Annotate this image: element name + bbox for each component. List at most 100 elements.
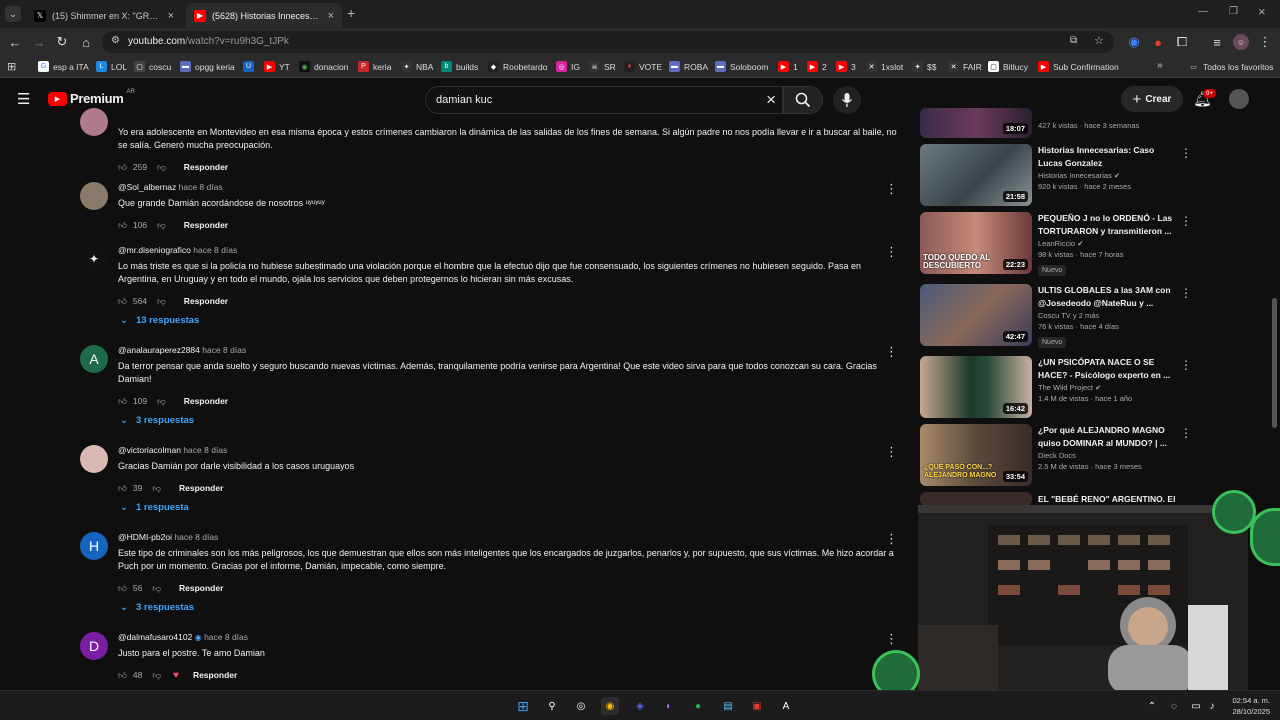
comment-time[interactable]: hace 8 días — [202, 345, 246, 355]
page-scrollbar[interactable] — [1272, 298, 1277, 428]
youtube-premium-logo[interactable]: ▶ Premium AR — [48, 89, 135, 106]
video-more-icon[interactable]: ⋮ — [1180, 286, 1192, 300]
dislike-button[interactable]: 👎︎ — [157, 296, 166, 307]
bookmark-item[interactable]: ▶ Sub Confirmation — [1038, 61, 1119, 72]
bookmark-item[interactable]: ▬ Soloboom — [715, 61, 768, 72]
create-button[interactable]: + Crear — [1121, 86, 1183, 112]
like-button[interactable]: 👍︎ 259 — [118, 162, 147, 173]
avatar[interactable]: D — [80, 632, 108, 660]
bookmark-item[interactable]: L LOL — [96, 61, 127, 72]
video-thumbnail[interactable]: 42:47 — [920, 284, 1032, 346]
video-thumbnail[interactable]: 18:07 — [920, 108, 1032, 138]
bookmark-item[interactable]: ✦ $$ — [912, 61, 936, 72]
bookmark-item[interactable]: ▶ 3 — [836, 61, 856, 72]
video-thumbnail[interactable] — [920, 492, 1032, 506]
close-window-icon[interactable]: × — [1258, 4, 1266, 19]
comment-author[interactable]: @analauraperez2884 — [118, 345, 200, 355]
bookmark-item[interactable]: ♦ VOTE — [624, 61, 662, 72]
tray-app-icon[interactable]: ◌ — [1165, 697, 1183, 715]
like-button[interactable]: 👍︎ 109 — [118, 396, 147, 407]
video-thumbnail[interactable]: 21:58 — [920, 144, 1032, 206]
video-channel[interactable]: Coscu TV y 2 más — [1038, 311, 1176, 320]
reply-button[interactable]: Responder — [179, 583, 223, 593]
volume-icon[interactable]: ♪ — [1203, 697, 1221, 715]
bookmark-item[interactable]: Gesp a ITA — [38, 61, 89, 72]
video-more-icon[interactable]: ⋮ — [1180, 214, 1192, 228]
recommended-video[interactable]: 21:58 Historias Innecesarias: Caso Lucas… — [920, 144, 1192, 210]
like-button[interactable]: 👍︎ 56 — [118, 583, 142, 594]
site-info-icon[interactable]: ⚙ — [111, 35, 120, 46]
install-app-icon[interactable]: ⧉ — [1070, 35, 1077, 46]
bookmark-item[interactable]: ▬ opgg keria — [180, 61, 235, 72]
dislike-button[interactable]: 👎︎ — [152, 483, 161, 494]
bookmark-item[interactable]: ◎ IG — [556, 61, 580, 72]
dislike-button[interactable]: 👎︎ — [152, 583, 161, 594]
app-icon[interactable]: ◎ — [572, 697, 590, 715]
tab-youtube[interactable]: ▶ (5628) Historias Innecesarias: P... × — [186, 3, 342, 28]
bookmark-item[interactable]: ✦ NBA — [401, 61, 433, 72]
avatar[interactable] — [80, 182, 108, 210]
bookmark-star-icon[interactable]: ☆ — [1094, 34, 1104, 47]
app-a-icon[interactable]: A — [777, 697, 795, 715]
bookmark-item[interactable]: ▶ 1 — [778, 61, 798, 72]
recommended-video[interactable]: 18:07 427 k vistas · hace 3 semanas — [920, 108, 1190, 140]
system-clock[interactable]: 02:54 a. m. 28/10/2025 — [1232, 695, 1270, 717]
bookmark-item[interactable]: b builds — [441, 61, 478, 72]
video-thumbnail[interactable]: ¿QUÉ PASÓ CON...? ALEJANDRO MAGNO 33:54 — [920, 424, 1032, 486]
comment-author[interactable]: @dalmafusaro4102 — [118, 632, 192, 642]
close-tab-icon[interactable]: × — [168, 10, 174, 22]
comment-more-icon[interactable]: ⋮ — [885, 445, 898, 459]
view-replies-button[interactable]: ⌄ 1 respuesta — [120, 502, 189, 513]
comment-more-icon[interactable]: ⋮ — [885, 632, 898, 646]
home-icon[interactable]: ⌂ — [78, 34, 94, 50]
new-tab-button[interactable]: + — [347, 5, 355, 21]
restore-icon[interactable]: ❐ — [1229, 6, 1238, 17]
address-bar[interactable]: ⚙ youtube.com/watch?v=ru9h3G_tJPk ⧉ ☆ — [102, 31, 1114, 53]
video-channel[interactable]: The Wild Project ✔ — [1038, 383, 1176, 392]
reply-button[interactable]: Responder — [184, 296, 228, 306]
avatar[interactable] — [80, 108, 108, 136]
bookmark-item[interactable]: ☠ SR — [589, 61, 616, 72]
search-icon[interactable]: ⚲ — [543, 697, 561, 715]
clear-search-icon[interactable]: × — [766, 90, 776, 110]
dislike-button[interactable]: 👎︎ — [157, 162, 166, 173]
reply-button[interactable]: Responder — [193, 670, 237, 680]
bookmark-item[interactable]: ▬ ROBA — [669, 61, 708, 72]
like-button[interactable]: 👍︎ 39 — [118, 483, 142, 494]
comment-time[interactable]: hace 8 días — [204, 632, 248, 642]
bookmark-item[interactable]: ◆ Roobetardo — [488, 61, 547, 72]
comment-author[interactable]: @victoriacolman — [118, 445, 181, 455]
dislike-button[interactable]: 👎︎ — [157, 396, 166, 407]
search-input[interactable]: damian kuc × — [425, 86, 783, 114]
video-more-icon[interactable]: ⋮ — [1180, 358, 1192, 372]
bookmark-item[interactable]: ✕ FAIR — [948, 61, 982, 72]
like-button[interactable]: 👍︎ 564 — [118, 296, 147, 307]
comment-time[interactable]: hace 8 días — [179, 182, 223, 192]
close-tab-icon[interactable]: × — [328, 10, 334, 22]
recommended-video[interactable]: 16:42 ¿UN PSICÓPATA NACE O SE HACE? - Ps… — [920, 356, 1192, 422]
app-red-icon[interactable]: ▣ — [748, 697, 766, 715]
comment-author[interactable]: @mr.diseniografico — [118, 245, 191, 255]
dislike-button[interactable]: 👎︎ — [152, 670, 161, 681]
comment-more-icon[interactable]: ⋮ — [885, 532, 898, 546]
extensions-puzzle-icon[interactable]: ⧠ — [1174, 34, 1190, 50]
tab-list-chevron-icon[interactable]: ⌄ — [5, 6, 21, 22]
video-thumbnail[interactable]: TODO QUEDÓ AL DESCUBIERTO 22:23 — [920, 212, 1032, 274]
minimize-icon[interactable]: — — [1198, 6, 1208, 17]
voice-search-button[interactable] — [833, 86, 861, 114]
all-bookmarks-folder[interactable]: ▭ Todos los favoritos — [1188, 61, 1273, 72]
windows-start-icon[interactable]: ⊞ — [514, 697, 532, 715]
comment-author[interactable]: @Sol_albernaz — [118, 182, 176, 192]
bookmark-item[interactable]: ▢ coscu — [134, 61, 171, 72]
bookmark-item[interactable]: Pkeria — [358, 61, 391, 72]
bookmark-item[interactable]: ▶ 2 — [807, 61, 827, 72]
notepad-icon[interactable]: ▤ — [719, 697, 737, 715]
recommended-video[interactable]: EL "BEBÉ RENO" ARGENTINO. El — [920, 492, 1190, 506]
video-channel[interactable]: LeanRiccio ✔ — [1038, 239, 1176, 248]
spotify-icon[interactable]: ● — [689, 697, 707, 715]
bookmark-item[interactable]: ✕ 1xslot — [866, 61, 903, 72]
chrome-icon[interactable]: ◉ — [601, 697, 619, 715]
view-replies-button[interactable]: ⌄ 3 respuestas — [120, 602, 194, 613]
bookmarks-overflow-icon[interactable]: » — [1157, 60, 1163, 71]
view-replies-button[interactable]: ⌄ 13 respuestas — [120, 315, 199, 326]
